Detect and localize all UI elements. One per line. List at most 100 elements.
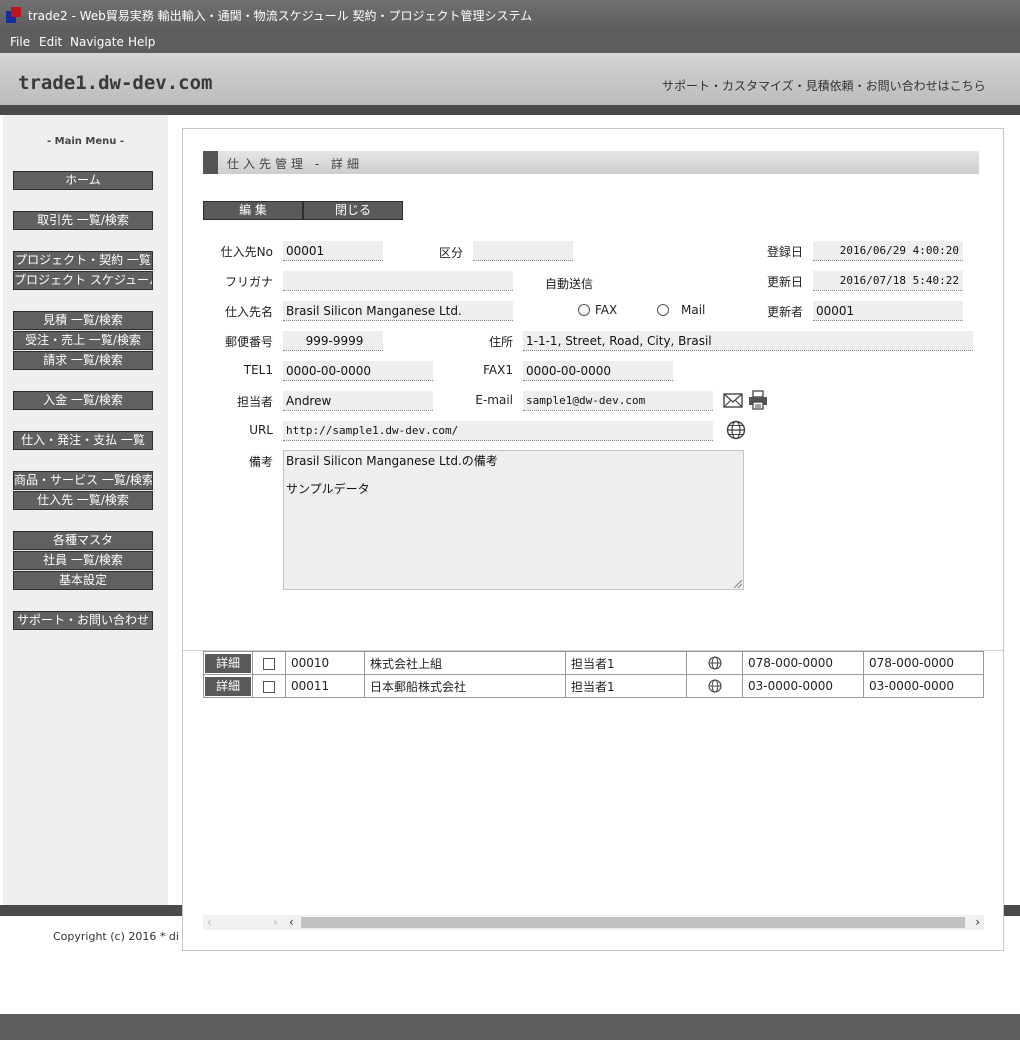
supplier-list-table: 詳細 00010 株式会社上組 担当者1 078-000-0000 078-00… xyxy=(203,651,984,698)
nav-settings[interactable]: 基本設定 xyxy=(13,571,153,590)
scroll-right-icon[interactable]: › xyxy=(975,915,980,930)
horizontal-scrollbar[interactable]: ‹ › ‹ › xyxy=(203,915,984,930)
contact-label: 担当者 xyxy=(236,395,273,409)
window-title-bar: trade2 - Web貿易実務 輸出輸入・通関・物流スケジュール 契約・プロジ… xyxy=(0,0,1020,30)
menu-edit[interactable]: Edit xyxy=(39,35,62,49)
scrollbar-thumb[interactable] xyxy=(301,917,965,928)
memo-label: 備考 xyxy=(248,455,273,469)
main-menu-title: - Main Menu - xyxy=(47,136,124,147)
section-header: 仕入先管理 - 詳細 xyxy=(203,151,979,174)
globe-icon[interactable] xyxy=(726,420,746,443)
email-field: sample1@dw-dev.com xyxy=(523,391,713,411)
scroll-left-icon[interactable]: ‹ xyxy=(289,915,294,930)
supplier-detail-panel: 仕入先管理 - 詳細 編 集 閉じる 仕入先No 00001 区分 登録日 20… xyxy=(182,128,1004,951)
nav-suppliers[interactable]: 仕入先 一覧/検索 xyxy=(13,491,153,510)
row-checkbox[interactable] xyxy=(263,657,275,670)
registered-label: 登録日 xyxy=(766,245,803,259)
menu-file[interactable]: File xyxy=(10,35,30,49)
contact-field: Andrew xyxy=(283,391,433,411)
resize-handle-icon[interactable] xyxy=(734,580,742,588)
edit-button[interactable]: 編 集 xyxy=(203,201,303,220)
nav-purchases[interactable]: 仕入・発注・支払 一覧 xyxy=(13,431,153,450)
row-checkbox[interactable] xyxy=(263,680,275,693)
nav-payments-received[interactable]: 入金 一覧/検索 xyxy=(13,391,153,410)
url-field: http://sample1.dw-dev.com/ xyxy=(283,421,713,441)
updater-field: 00001 xyxy=(813,301,963,321)
row-tel: 078-000-0000 xyxy=(742,651,864,675)
nav-invoices[interactable]: 請求 一覧/検索 xyxy=(13,351,153,370)
close-button[interactable]: 閉じる xyxy=(303,201,403,220)
table-row: 詳細 00011 日本郵船株式会社 担当者1 03-0000-0000 03-0… xyxy=(203,674,984,698)
postal-field: 999-9999 xyxy=(283,331,383,351)
page-title: 仕入先管理 - 詳細 xyxy=(227,157,363,171)
window-title: trade2 - Web貿易実務 輸出輸入・通関・物流スケジュール 契約・プロジ… xyxy=(28,9,533,23)
nav-home[interactable]: ホーム xyxy=(13,171,153,190)
furigana-field xyxy=(283,271,513,291)
mail-radio[interactable] xyxy=(657,304,669,316)
row-code: 00010 xyxy=(285,651,365,675)
app-icon xyxy=(6,7,22,23)
updater-label: 更新者 xyxy=(766,305,803,319)
url-label: URL xyxy=(249,423,273,437)
tel1-label: TEL1 xyxy=(243,363,273,377)
menu-bar: File Edit Navigate Help xyxy=(0,30,1020,53)
row-fax: 03-0000-0000 xyxy=(863,674,984,698)
fax1-label: FAX1 xyxy=(483,363,513,377)
email-label: E-mail xyxy=(475,393,513,407)
row-name: 株式会社上組 xyxy=(364,651,566,675)
nav-clients[interactable]: 取引先 一覧/検索 xyxy=(13,211,153,230)
nav-quotes[interactable]: 見積 一覧/検索 xyxy=(13,311,153,330)
address-label: 住所 xyxy=(488,335,513,349)
row-fax: 078-000-0000 xyxy=(863,651,984,675)
globe-icon[interactable] xyxy=(707,679,722,693)
section-marker xyxy=(203,151,218,174)
table-row: 詳細 00010 株式会社上組 担当者1 078-000-0000 078-00… xyxy=(203,651,984,675)
scroll-left-icon[interactable]: ‹ xyxy=(207,915,212,930)
site-brand[interactable]: trade1.dw-dev.com xyxy=(18,72,212,94)
category-label: 区分 xyxy=(438,246,463,260)
supplier-name-field: Brasil Silicon Manganese Ltd. xyxy=(283,301,513,321)
nav-employees[interactable]: 社員 一覧/検索 xyxy=(13,551,153,570)
support-link[interactable]: サポート・カスタマイズ・見積依頼・お問い合わせはこちら xyxy=(662,77,986,94)
nav-support[interactable]: サポート・お問い合わせ xyxy=(13,611,153,630)
registered-field: 2016/06/29 4:00:20 xyxy=(813,241,963,261)
nav-projects[interactable]: プロジェクト・契約 一覧 xyxy=(13,251,153,270)
nav-project-schedule[interactable]: プロジェクト スケジュール xyxy=(13,271,153,290)
detail-button[interactable]: 詳細 xyxy=(205,676,251,696)
fax1-field: 0000-00-0000 xyxy=(523,361,673,381)
address-field: 1-1-1, Street, Road, City, Brasil xyxy=(523,331,973,351)
globe-icon[interactable] xyxy=(707,656,722,670)
mail-radio-label: Mail xyxy=(681,303,706,317)
fax-radio-label: FAX xyxy=(595,303,618,317)
updated-label: 更新日 xyxy=(766,275,803,289)
envelope-icon[interactable] xyxy=(723,392,743,412)
row-name: 日本郵船株式会社 xyxy=(364,674,566,698)
header-divider xyxy=(0,105,1020,115)
supplier-no-label: 仕入先No xyxy=(220,245,273,259)
nav-products[interactable]: 商品・サービス 一覧/検索 xyxy=(13,471,153,490)
row-code: 00011 xyxy=(285,674,365,698)
site-header: trade1.dw-dev.com サポート・カスタマイズ・見積依頼・お問い合わ… xyxy=(0,53,1020,105)
memo-line-1: Brasil Silicon Manganese Ltd.の備考 xyxy=(286,454,498,468)
fax-radio[interactable] xyxy=(578,304,590,316)
row-person: 担当者1 xyxy=(565,674,687,698)
auto-send-label: 自動送信 xyxy=(544,277,593,291)
menu-navigate[interactable]: Navigate xyxy=(70,35,124,49)
scroll-right-icon[interactable]: › xyxy=(273,915,278,930)
category-field xyxy=(473,241,573,261)
memo-textarea[interactable]: Brasil Silicon Manganese Ltd.の備考 サンプルデータ xyxy=(283,450,744,590)
nav-masters[interactable]: 各種マスタ xyxy=(13,531,153,550)
printer-icon[interactable] xyxy=(748,390,768,413)
nav-orders-sales[interactable]: 受注・売上 一覧/検索 xyxy=(13,331,153,350)
menu-help[interactable]: Help xyxy=(128,35,155,49)
detail-button[interactable]: 詳細 xyxy=(205,653,251,673)
row-tel: 03-0000-0000 xyxy=(742,674,864,698)
furigana-label: フリガナ xyxy=(224,275,273,289)
postal-label: 郵便番号 xyxy=(224,335,273,349)
supplier-no-field: 00001 xyxy=(283,241,383,261)
memo-line-2: サンプルデータ xyxy=(286,482,370,496)
tel1-field: 0000-00-0000 xyxy=(283,361,433,381)
row-person: 担当者1 xyxy=(565,651,687,675)
window-bottom-bar xyxy=(0,1014,1020,1040)
copyright-text: Copyright (c) 2016 * di xyxy=(53,930,179,943)
